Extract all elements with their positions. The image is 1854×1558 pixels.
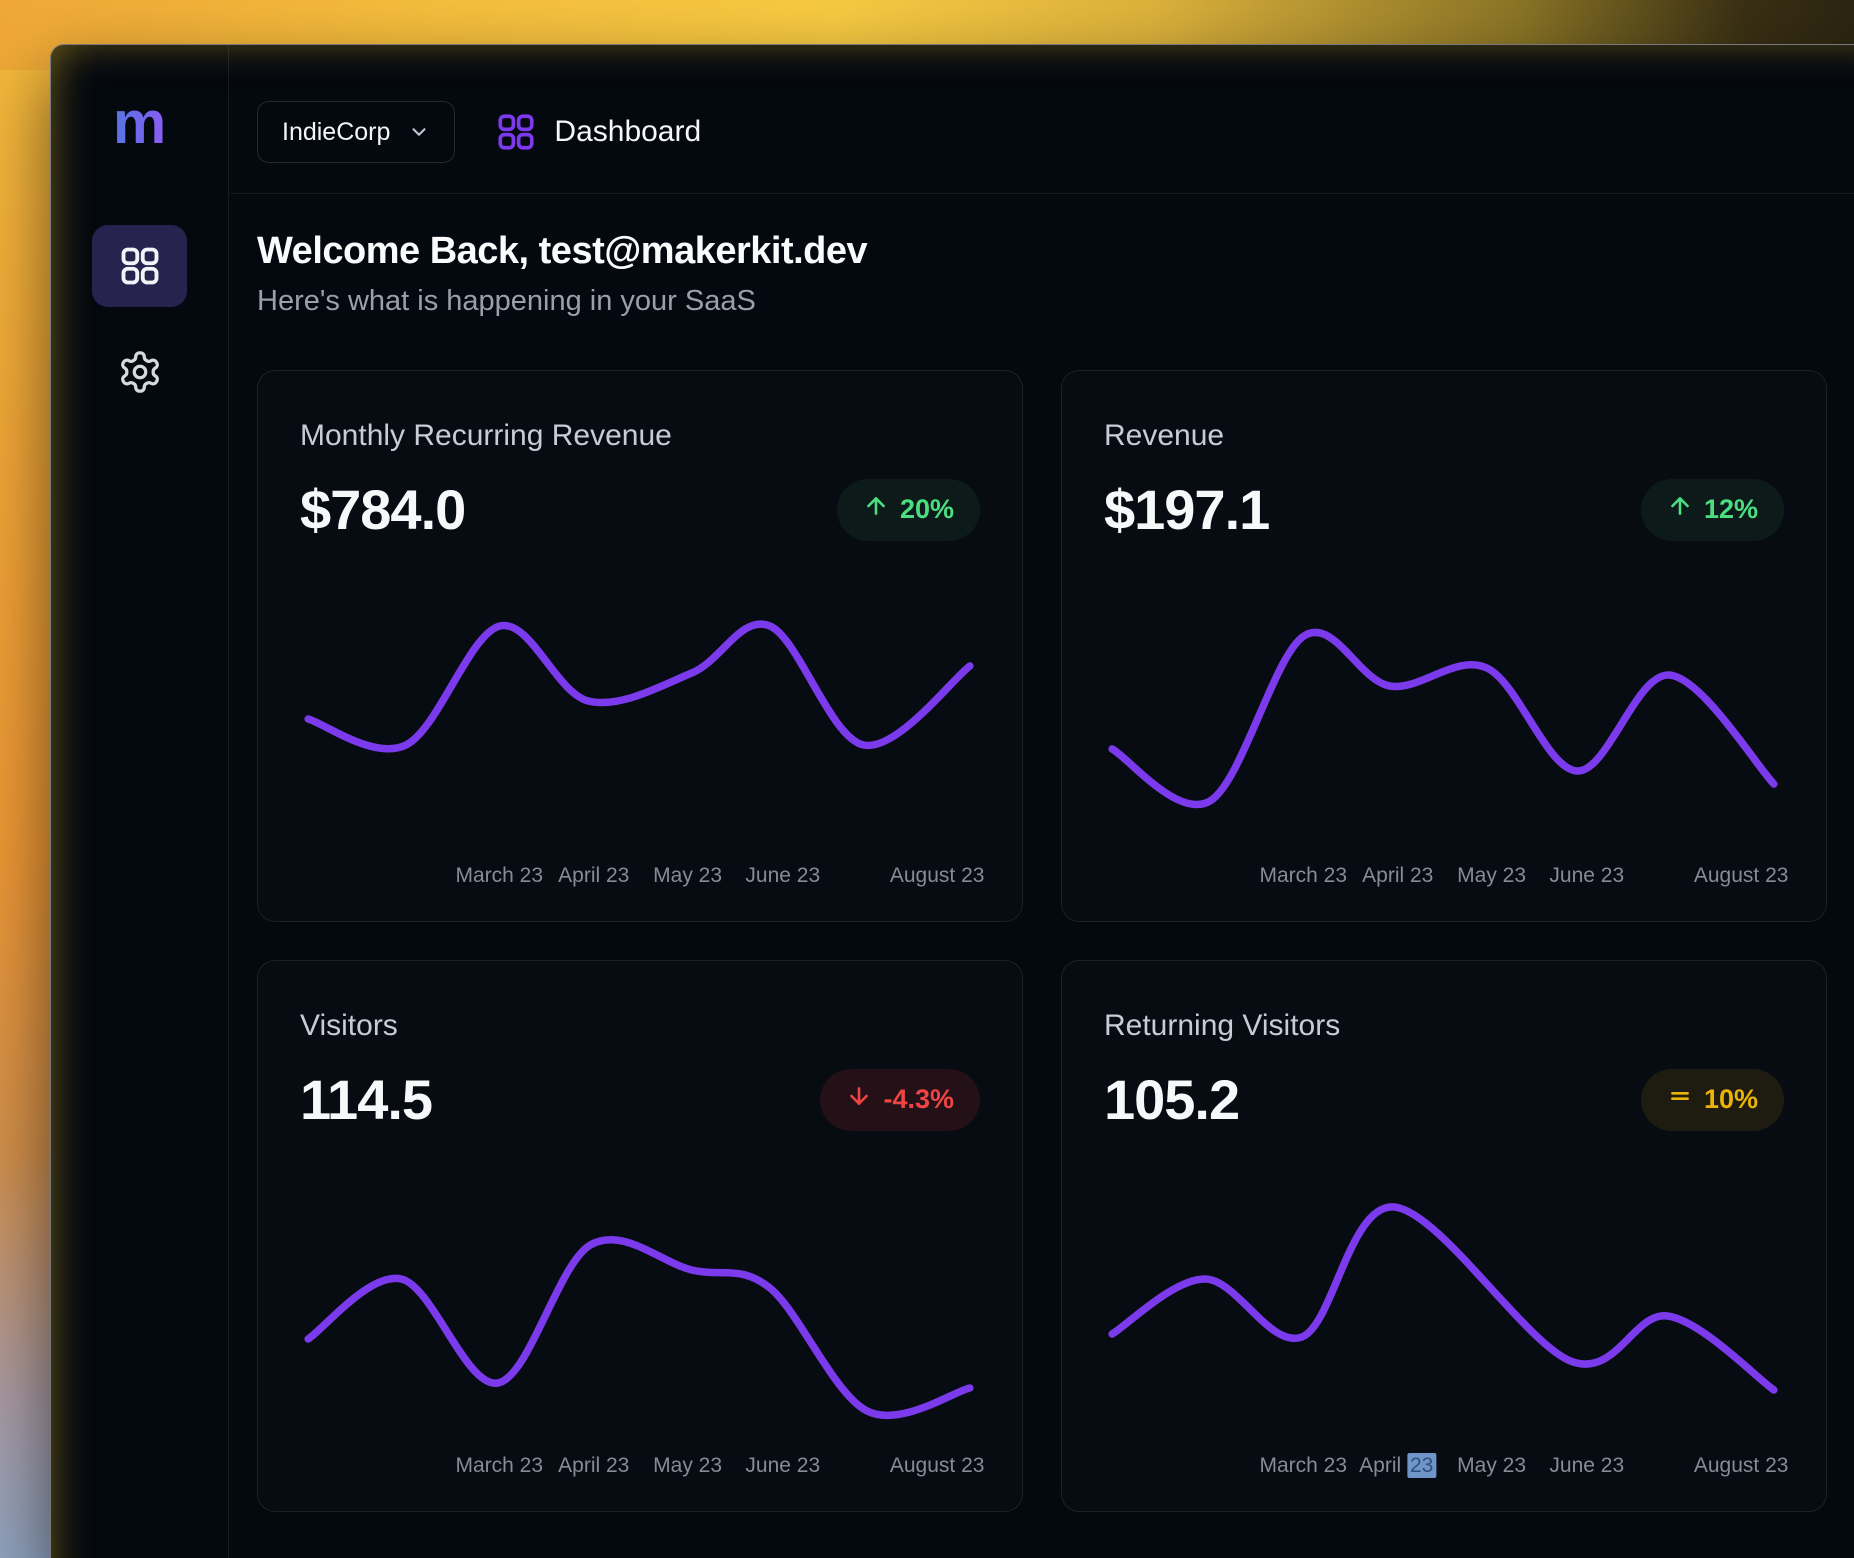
metric-value: 114.5 xyxy=(300,1067,432,1132)
axis-label: May 23 xyxy=(653,864,722,888)
axis-label: April 23 xyxy=(558,864,629,888)
top-bar: IndieCorp Dashboard xyxy=(229,45,1854,194)
app-window: m IndieCorp xyxy=(50,44,1854,1558)
axis-label: August 23 xyxy=(890,864,985,888)
grid-icon xyxy=(118,244,162,288)
axis-label: June 23 xyxy=(1549,864,1624,888)
metric-value: $197.1 xyxy=(1104,477,1269,542)
trend-icon xyxy=(863,493,889,526)
axis-label: March 23 xyxy=(1259,864,1347,888)
axis-label: April 23 xyxy=(1362,864,1433,888)
axis-label: August 23 xyxy=(1694,864,1789,888)
trend-label: 10% xyxy=(1704,1084,1758,1115)
sidebar-item-settings[interactable] xyxy=(92,337,187,407)
arrow-up-icon xyxy=(1667,493,1693,519)
trend-badge: -4.3% xyxy=(820,1069,980,1131)
main-area: IndieCorp Dashboard Welcome Back, test@m… xyxy=(229,45,1854,1558)
card-revenue: Revenue $197.1 12% March 23 April 23 May 2… xyxy=(1061,370,1827,922)
axis-label: August 23 xyxy=(890,1454,985,1478)
makerkit-logo: m xyxy=(113,93,166,153)
trend-badge: 12% xyxy=(1641,479,1784,541)
axis-label: April 23 xyxy=(1359,1454,1436,1478)
gear-icon xyxy=(117,349,163,395)
trend-label: 12% xyxy=(1704,494,1758,525)
value-row: $784.0 20% xyxy=(300,477,980,542)
dashboard-content: Welcome Back, test@makerkit.dev Here's w… xyxy=(229,194,1854,1512)
arrow-up-icon xyxy=(863,493,889,519)
workspace-selector-button[interactable]: IndieCorp xyxy=(257,101,455,163)
axis-label: April 23 xyxy=(558,1454,629,1478)
trend-icon xyxy=(1667,1083,1693,1116)
line-chart xyxy=(1104,1190,1784,1440)
axis-label: March 23 xyxy=(455,1454,543,1478)
card-visitors: Visitors 114.5 -4.3% March 23 April 23 May… xyxy=(257,960,1023,1512)
metric-value: $784.0 xyxy=(300,477,465,542)
arrow-down-icon xyxy=(846,1083,872,1109)
trend-badge: 20% xyxy=(837,479,980,541)
sidebar: m xyxy=(51,45,229,1558)
card-title: Visitors xyxy=(300,1009,980,1043)
axis-label: May 23 xyxy=(653,1454,722,1478)
value-row: 114.5 -4.3% xyxy=(300,1067,980,1132)
selected-axis-text: 23 xyxy=(1407,1453,1436,1478)
axis-label: June 23 xyxy=(745,864,820,888)
x-axis-labels: March 23April 23May 23June 23August 23 xyxy=(300,864,980,894)
chevron-down-icon xyxy=(408,121,430,143)
axis-label: August 23 xyxy=(1694,1454,1789,1478)
axis-label: May 23 xyxy=(1457,864,1526,888)
card-returning-visitors: Returning Visitors 105.2 10% March 23 Apr… xyxy=(1061,960,1827,1512)
x-axis-labels: March 23April 23May 23June 23August 23 xyxy=(1104,1454,1784,1484)
welcome-subtitle: Here's what is happening in your SaaS xyxy=(257,285,1827,318)
line-chart xyxy=(300,1190,980,1440)
trend-label: -4.3% xyxy=(883,1084,954,1115)
breadcrumb: Dashboard xyxy=(495,111,701,153)
line-chart xyxy=(1104,600,1784,850)
axis-label: June 23 xyxy=(1549,1454,1624,1478)
line-chart xyxy=(300,600,980,850)
axis-label: March 23 xyxy=(455,864,543,888)
metric-value: 105.2 xyxy=(1104,1067,1239,1132)
sidebar-item-dashboard[interactable] xyxy=(92,225,187,307)
axis-label: March 23 xyxy=(1259,1454,1347,1478)
card-title: Monthly Recurring Revenue xyxy=(300,419,980,453)
x-axis-labels: March 23April 23May 23June 23August 23 xyxy=(1104,864,1784,894)
metrics-grid: Monthly Recurring Revenue $784.0 20% Mar… xyxy=(257,370,1827,1512)
workspace-name: IndieCorp xyxy=(282,118,390,147)
x-axis-labels: March 23April 23May 23June 23August 23 xyxy=(300,1454,980,1484)
axis-label: May 23 xyxy=(1457,1454,1526,1478)
welcome-heading: Welcome Back, test@makerkit.dev xyxy=(257,230,1827,273)
card-title: Returning Visitors xyxy=(1104,1009,1784,1043)
dashboard-grid-icon xyxy=(495,111,537,153)
card-monthly-recurring-revenue: Monthly Recurring Revenue $784.0 20% Mar… xyxy=(257,370,1023,922)
trend-icon xyxy=(846,1083,872,1116)
trend-badge: 10% xyxy=(1641,1069,1784,1131)
value-row: $197.1 12% xyxy=(1104,477,1784,542)
value-row: 105.2 10% xyxy=(1104,1067,1784,1132)
equals-icon xyxy=(1667,1083,1693,1109)
trend-icon xyxy=(1667,493,1693,526)
page-title: Dashboard xyxy=(554,115,701,149)
card-title: Revenue xyxy=(1104,419,1784,453)
trend-label: 20% xyxy=(900,494,954,525)
axis-label: June 23 xyxy=(745,1454,820,1478)
